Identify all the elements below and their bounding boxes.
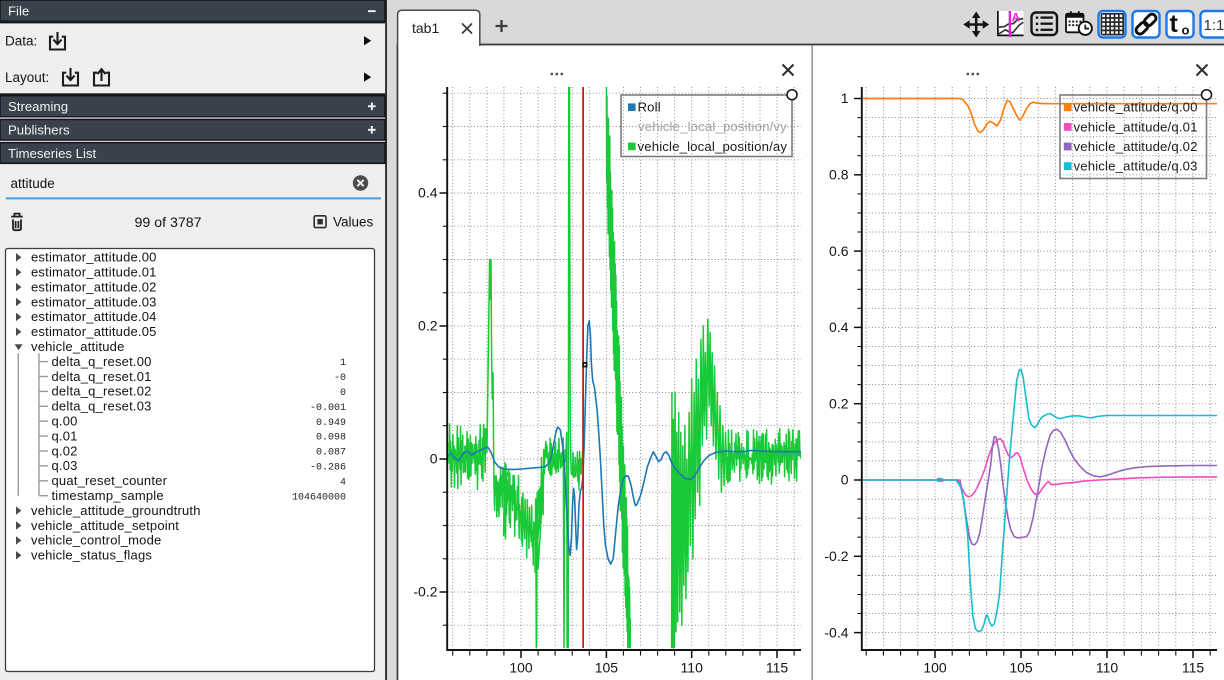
svg-text:-0.286: -0.286 [310, 463, 346, 474]
svg-text:estimator_attitude.01: estimator_attitude.01 [31, 265, 157, 280]
svg-text:Roll: Roll [638, 100, 661, 115]
svg-text:delta_q_reset.03: delta_q_reset.03 [52, 399, 152, 414]
svg-text:vehicle_status_flags: vehicle_status_flags [31, 548, 152, 563]
svg-text:delta_q_reset.00: delta_q_reset.00 [52, 354, 152, 369]
svg-text:delta_q_reset.01: delta_q_reset.01 [52, 369, 152, 384]
svg-text:vehicle_attitude_groundtruth: vehicle_attitude_groundtruth [31, 503, 201, 518]
svg-text:0.4: 0.4 [829, 319, 849, 335]
svg-text:vehicle_attitude/q.02: vehicle_attitude/q.02 [1074, 139, 1198, 154]
svg-text:o: o [1182, 23, 1190, 38]
svg-text:Timeseries List: Timeseries List [8, 146, 97, 161]
svg-text:104640000: 104640000 [292, 492, 346, 503]
svg-text:0.098: 0.098 [316, 433, 346, 444]
svg-text:0.949: 0.949 [316, 418, 346, 429]
svg-text:estimator_attitude.04: estimator_attitude.04 [31, 309, 157, 324]
svg-text:delta_q_reset.02: delta_q_reset.02 [52, 384, 152, 399]
svg-text:vehicle_local_position/ay: vehicle_local_position/ay [638, 139, 788, 154]
svg-text:t: t [1170, 10, 1179, 38]
svg-text:q.00: q.00 [52, 414, 78, 429]
svg-text:-0.4: -0.4 [824, 624, 848, 640]
svg-text:vehicle_attitude/q.00: vehicle_attitude/q.00 [1074, 100, 1198, 115]
svg-text:0.6: 0.6 [829, 243, 849, 259]
svg-text:105: 105 [1009, 660, 1033, 676]
svg-text:q.03: q.03 [52, 458, 78, 473]
svg-text:-0: -0 [334, 373, 346, 384]
svg-text:timestamp_sample: timestamp_sample [52, 488, 164, 503]
svg-text:q.02: q.02 [52, 443, 78, 458]
svg-text:A: A [1012, 11, 1021, 25]
svg-text:115: 115 [766, 660, 789, 676]
svg-text:Layout:: Layout: [5, 70, 49, 85]
svg-text:vehicle_local_position/vy: vehicle_local_position/vy [638, 119, 787, 134]
svg-text:Values: Values [333, 215, 374, 230]
svg-text:estimator_attitude.05: estimator_attitude.05 [31, 324, 157, 339]
svg-text:0.2: 0.2 [829, 395, 849, 411]
svg-text:estimator_attitude.00: estimator_attitude.00 [31, 250, 157, 265]
svg-text:115: 115 [1182, 660, 1205, 676]
svg-text:105: 105 [595, 660, 619, 676]
svg-text:quat_reset_counter: quat_reset_counter [52, 473, 168, 488]
svg-text:0.4: 0.4 [418, 185, 438, 201]
svg-text:vehicle_attitude: vehicle_attitude [31, 339, 125, 354]
svg-text:0: 0 [430, 451, 438, 467]
svg-text:File: File [8, 3, 29, 18]
svg-text:110: 110 [681, 660, 704, 676]
svg-text:vehicle_attitude_setpoint: vehicle_attitude_setpoint [31, 518, 179, 533]
svg-text:100: 100 [923, 660, 947, 676]
svg-text:vehicle_attitude/q.03: vehicle_attitude/q.03 [1074, 159, 1198, 174]
svg-text:0.8: 0.8 [829, 167, 849, 183]
svg-text:-0.2: -0.2 [824, 548, 848, 564]
svg-text:-0.2: -0.2 [413, 584, 437, 600]
svg-text:99 of 3787: 99 of 3787 [134, 215, 201, 231]
svg-text:0.087: 0.087 [316, 448, 346, 459]
svg-text:0: 0 [340, 388, 346, 399]
svg-text:vehicle_attitude/q.01: vehicle_attitude/q.01 [1074, 119, 1198, 134]
svg-text:vehicle_control_mode: vehicle_control_mode [31, 533, 161, 548]
svg-text:1: 1 [340, 358, 346, 369]
svg-text:attitude: attitude [11, 176, 55, 191]
svg-text:q.01: q.01 [52, 428, 78, 443]
svg-text:estimator_attitude.02: estimator_attitude.02 [31, 279, 157, 294]
svg-text:1: 1 [841, 90, 849, 106]
svg-text:Streaming: Streaming [8, 99, 68, 114]
svg-text:Publishers: Publishers [8, 123, 70, 138]
svg-text:-0.001: -0.001 [310, 403, 346, 414]
svg-text:Data:: Data: [5, 33, 37, 48]
svg-text:110: 110 [1096, 660, 1119, 676]
svg-text:1:1: 1:1 [1204, 17, 1224, 34]
svg-text:0.2: 0.2 [418, 318, 438, 334]
svg-text:4: 4 [340, 477, 346, 488]
svg-text:estimator_attitude.03: estimator_attitude.03 [31, 294, 157, 309]
svg-text:100: 100 [509, 660, 533, 676]
svg-text:tab1: tab1 [412, 20, 439, 36]
svg-text:0: 0 [841, 472, 849, 488]
